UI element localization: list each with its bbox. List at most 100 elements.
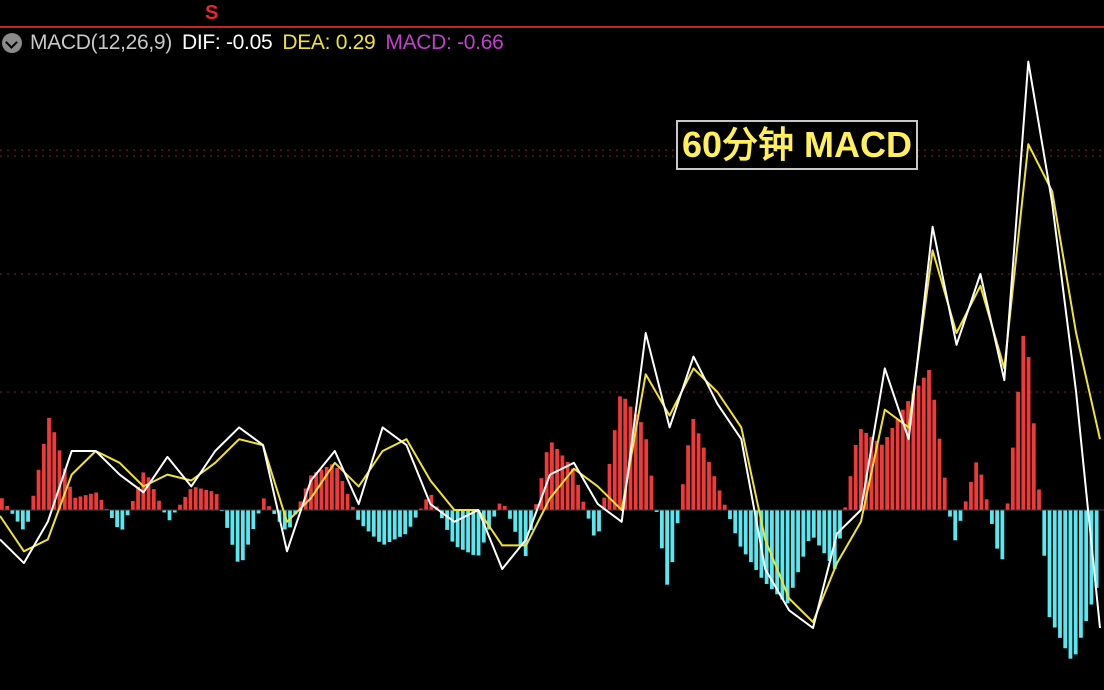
macd-bar bbox=[382, 510, 387, 545]
macd-bar bbox=[1058, 510, 1062, 638]
macd-bar bbox=[455, 510, 460, 548]
macd-bar bbox=[707, 461, 711, 510]
macd-bar bbox=[497, 503, 502, 511]
macd-bar bbox=[330, 464, 334, 511]
macd-bar bbox=[890, 427, 895, 510]
macd-bar bbox=[984, 499, 989, 511]
macd-bar bbox=[817, 510, 821, 546]
macd-bar bbox=[361, 510, 366, 527]
macd-bar bbox=[686, 445, 690, 511]
macd-bar bbox=[953, 510, 958, 541]
macd-bar bbox=[880, 444, 884, 510]
macd-bar bbox=[518, 510, 523, 545]
macd-bar bbox=[581, 501, 586, 510]
macd-bar bbox=[550, 442, 554, 510]
macd-bar bbox=[471, 510, 476, 555]
macd-bar bbox=[1079, 510, 1083, 638]
macd-bar bbox=[1037, 489, 1041, 510]
macd-bar bbox=[942, 477, 947, 510]
macd-bar bbox=[167, 510, 172, 521]
sell-marker: S bbox=[205, 2, 219, 24]
macd-bar bbox=[193, 487, 198, 510]
macd-bar bbox=[188, 489, 193, 511]
macd-bar bbox=[115, 510, 120, 528]
macd-bar bbox=[885, 436, 890, 510]
macd-bar bbox=[722, 504, 727, 511]
macd-bar bbox=[366, 510, 371, 532]
macd-bar bbox=[502, 505, 507, 511]
macd-bar bbox=[995, 510, 1000, 549]
macd-bar bbox=[183, 496, 188, 511]
macd-bar bbox=[78, 496, 83, 511]
macd-bar bbox=[607, 463, 612, 510]
macd-bar bbox=[717, 490, 722, 510]
macd-bar bbox=[1005, 503, 1010, 511]
macd-bar bbox=[424, 499, 429, 511]
macd-bar bbox=[848, 476, 853, 511]
macd-bar bbox=[612, 430, 617, 510]
macd-bar bbox=[618, 396, 622, 511]
macd-bar bbox=[838, 510, 842, 539]
macd-bar bbox=[392, 510, 397, 540]
macd-bar bbox=[853, 445, 858, 510]
macd-bar bbox=[1084, 510, 1089, 622]
macd-bar bbox=[743, 510, 748, 555]
macd-bar bbox=[691, 419, 696, 510]
macd-bar bbox=[822, 510, 827, 554]
macd-bar bbox=[990, 510, 994, 524]
macd-bar bbox=[513, 510, 518, 532]
macd-bar bbox=[570, 468, 575, 510]
macd-bar bbox=[979, 474, 984, 510]
macd-bar bbox=[665, 510, 670, 585]
macd-bar bbox=[974, 462, 979, 511]
macd-bar bbox=[476, 510, 481, 556]
macd-bar bbox=[670, 510, 675, 563]
macd-bar bbox=[335, 467, 340, 511]
macd-bar bbox=[597, 510, 601, 532]
indicator-name: MACD(12,26,9) bbox=[30, 31, 172, 54]
macd-bar bbox=[130, 500, 135, 511]
macd-bar bbox=[99, 499, 104, 510]
macd-bar bbox=[5, 505, 10, 511]
macd-bar bbox=[1021, 335, 1026, 510]
macd-bar bbox=[675, 510, 680, 524]
macd-bar bbox=[806, 510, 811, 542]
macd-bar bbox=[916, 385, 921, 510]
macd-bar bbox=[1000, 510, 1005, 560]
macd-value: MACD: -0.66 bbox=[385, 31, 504, 54]
macd-bar bbox=[660, 510, 664, 549]
macd-bar bbox=[492, 510, 497, 517]
macd-bar bbox=[36, 469, 41, 511]
macd-bar bbox=[214, 494, 219, 511]
macd-bar bbox=[937, 438, 942, 511]
macd-bar bbox=[83, 495, 88, 511]
macd-bar bbox=[1016, 391, 1020, 511]
macd-bar bbox=[1063, 510, 1068, 649]
macd-bar bbox=[701, 447, 706, 511]
macd-bar bbox=[251, 510, 256, 530]
macd-bar bbox=[225, 510, 230, 528]
macd-bar bbox=[649, 475, 654, 510]
macd-bar bbox=[272, 510, 277, 514]
macd-bar bbox=[151, 489, 156, 510]
macd-bar bbox=[932, 399, 937, 511]
macd-bar bbox=[31, 495, 36, 511]
macd-bar bbox=[403, 510, 408, 535]
macd-bar bbox=[340, 480, 345, 510]
collapse-chevron-icon[interactable] bbox=[2, 33, 22, 53]
macd-bar bbox=[523, 510, 528, 557]
macd-bar bbox=[1010, 447, 1015, 511]
macd-bar bbox=[958, 510, 963, 521]
macd-bar bbox=[125, 510, 130, 516]
macd-bar bbox=[204, 489, 209, 511]
macd-bar bbox=[738, 510, 743, 547]
macd-bar bbox=[230, 510, 235, 545]
macd-bar bbox=[895, 418, 900, 510]
macd-bar bbox=[963, 501, 968, 511]
macd-bar bbox=[728, 510, 732, 520]
macd-bar bbox=[41, 443, 46, 510]
indicator-legend: MACD(12,26,9) DIF: -0.05 DEA: 0.29 MACD:… bbox=[0, 28, 513, 58]
macd-bar bbox=[319, 469, 324, 510]
macd-bar bbox=[20, 510, 25, 530]
macd-bar bbox=[356, 510, 360, 520]
